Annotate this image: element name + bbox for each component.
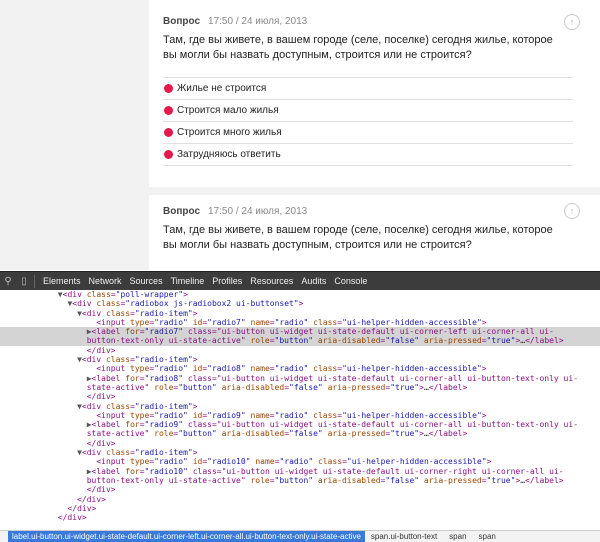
- dom-node-line[interactable]: ▶<label for="radio7" class="ui-button ui…: [0, 327, 600, 337]
- dom-node-line[interactable]: button-text-only ui-state-active" role="…: [0, 336, 600, 346]
- question-label: Вопрос: [163, 206, 201, 217]
- tab-network[interactable]: Network: [85, 276, 126, 286]
- answer-list: Жилье не строится Строится мало жилья Ст…: [163, 77, 573, 166]
- breadcrumb: label.ui-button.ui-widget.ui-state-defau…: [0, 530, 600, 542]
- question-date: 17:50 / 24 июля, 2013: [208, 206, 308, 217]
- breadcrumb-item[interactable]: span: [443, 532, 472, 541]
- dom-node-line[interactable]: <input type="radio" id="radio10" name="r…: [0, 457, 600, 466]
- tab-resources[interactable]: Resources: [246, 276, 297, 286]
- radio-dot-icon: [164, 84, 173, 93]
- question-header: Вопрос 17:50 / 24 июля, 2013: [163, 206, 307, 217]
- dom-node-line[interactable]: ▼<div class="radio-item">: [0, 448, 600, 457]
- tab-timeline[interactable]: Timeline: [167, 276, 209, 286]
- question-card: Вопрос 17:50 / 24 июля, 2013 ↑ Там, где в…: [149, 195, 600, 270]
- question-card: Вопрос 17:50 / 24 июля, 2013 ↑ Там, где в…: [149, 0, 600, 187]
- answer-label: Жилье не строится: [177, 83, 267, 94]
- tab-sources[interactable]: Sources: [126, 276, 167, 286]
- dom-node-line[interactable]: <input type="radio" id="radio8" name="ra…: [0, 364, 600, 373]
- dom-node-line[interactable]: </div>: [0, 439, 600, 448]
- question-text: Там, где вы живете, в вашем городе (селе…: [163, 34, 553, 61]
- tab-profiles[interactable]: Profiles: [208, 276, 246, 286]
- tab-audits[interactable]: Audits: [297, 276, 330, 286]
- question-label: Вопрос: [163, 16, 201, 27]
- dom-node-line[interactable]: state-active" role="button" aria-disable…: [0, 383, 600, 392]
- dom-node-line[interactable]: state-active" role="button" aria-disable…: [0, 429, 600, 438]
- dom-node-line[interactable]: ▶<label for="radio9" class="ui-button ui…: [0, 420, 600, 429]
- question-date: 17:50 / 24 июля, 2013: [208, 16, 308, 27]
- device-icon[interactable]: ▯: [16, 276, 32, 287]
- radio-dot-icon: [164, 106, 173, 115]
- answer-option[interactable]: Строится много жилья: [163, 122, 573, 144]
- breadcrumb-item[interactable]: label.ui-button.ui-widget.ui-state-defau…: [8, 530, 365, 542]
- dom-node-line[interactable]: ▶<label for="radio10" class="ui-button u…: [0, 467, 600, 476]
- dom-tree[interactable]: ▼<div class="poll-wrapper"> ▼<div class=…: [0, 290, 600, 530]
- up-arrow-icon[interactable]: ↑: [564, 14, 580, 30]
- question-text: Там, где вы живете, в вашем городе (селе…: [163, 224, 553, 251]
- answer-option[interactable]: Жилье не строится: [163, 78, 573, 100]
- answer-label: Строится много жилья: [177, 127, 282, 138]
- dom-node-line[interactable]: </div>: [0, 504, 600, 513]
- breadcrumb-item[interactable]: span.ui-button-text: [365, 532, 443, 541]
- question-header: Вопрос 17:50 / 24 июля, 2013: [163, 16, 307, 27]
- dom-node-line[interactable]: ▼<div class="radio-item">: [0, 402, 600, 411]
- radio-dot-icon: [164, 150, 173, 159]
- tab-elements[interactable]: Elements: [39, 276, 85, 286]
- up-arrow-icon[interactable]: ↑: [564, 203, 580, 219]
- dom-node-line[interactable]: </div>: [0, 513, 600, 522]
- dom-node-line[interactable]: </div>: [0, 495, 600, 504]
- radio-dot-icon: [164, 128, 173, 137]
- dom-node-line[interactable]: button-text-only ui-state-active" role="…: [0, 476, 600, 485]
- dom-node-line[interactable]: </div>: [0, 346, 600, 355]
- dom-node-line[interactable]: </div>: [0, 485, 600, 494]
- page-content: Вопрос 17:50 / 24 июля, 2013 ↑ Там, где в…: [0, 0, 600, 270]
- answer-option[interactable]: Затрудняюсь ответить: [163, 144, 573, 166]
- dom-node-line[interactable]: <input type="radio" id="radio9" name="ra…: [0, 411, 600, 420]
- dom-node-line[interactable]: ▶<label for="radio8" class="ui-button ui…: [0, 374, 600, 383]
- breadcrumb-item[interactable]: span: [473, 532, 502, 541]
- devtools-toolbar: ⚲ ▯ Elements Network Sources Timeline Pr…: [0, 271, 600, 290]
- search-icon[interactable]: ⚲: [0, 276, 16, 287]
- answer-label: Строится мало жилья: [177, 105, 279, 116]
- dom-node-line[interactable]: ▼<div class="radio-item">: [0, 309, 600, 318]
- dom-node-line[interactable]: <input type="radio" id="radio7" name="ra…: [0, 318, 600, 327]
- answer-label: Затрудняюсь ответить: [177, 149, 281, 160]
- answer-option[interactable]: Строится мало жилья: [163, 100, 573, 122]
- tab-console[interactable]: Console: [330, 276, 371, 286]
- dom-node-line[interactable]: ▼<div class="poll-wrapper">: [0, 290, 600, 299]
- dom-node-line[interactable]: </div>: [0, 392, 600, 401]
- dom-node-line[interactable]: ▼<div class="radio-item">: [0, 355, 600, 364]
- dom-node-line[interactable]: ▼<div class="radiobox js-radiobox2 ui-bu…: [0, 299, 600, 308]
- toolbar-divider: [34, 274, 35, 288]
